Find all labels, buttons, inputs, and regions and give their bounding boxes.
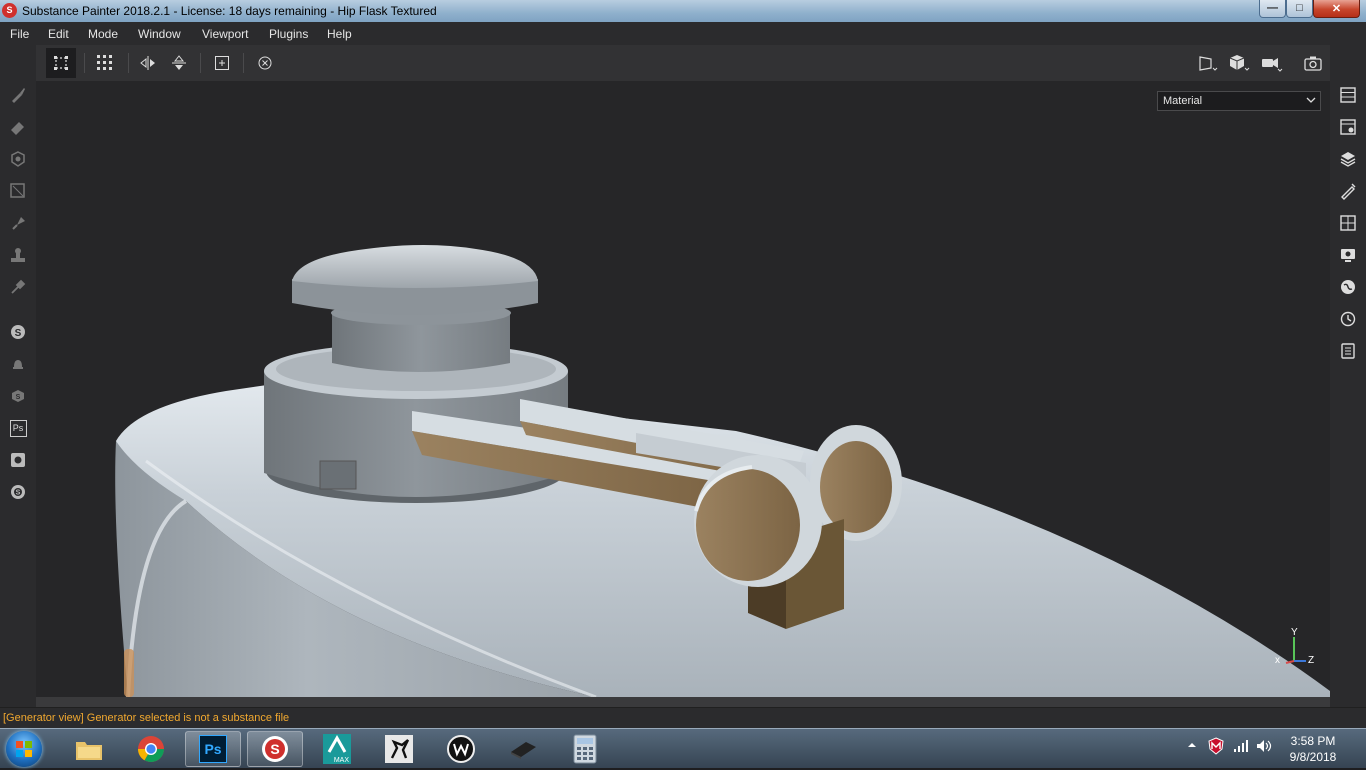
chevron-down-icon: [1306, 95, 1316, 108]
clock-time: 3:58 PM: [1290, 734, 1336, 748]
viewport-toolbar: [36, 45, 1330, 81]
right-toolbar: [1330, 45, 1366, 707]
mirror-y-icon[interactable]: [164, 48, 194, 78]
storage-icon[interactable]: [495, 731, 551, 767]
chrome-icon[interactable]: [123, 731, 179, 767]
axis-x-label: x: [1275, 655, 1280, 666]
fit-view-icon[interactable]: [207, 48, 237, 78]
display-mode-select[interactable]: Material: [1157, 91, 1321, 111]
substance-logo-icon[interactable]: S: [6, 480, 30, 504]
3d-viewport[interactable]: Y x Z Material: [36, 81, 1330, 697]
menu-viewport[interactable]: Viewport: [202, 27, 248, 41]
mirror-x-icon[interactable]: [133, 48, 163, 78]
menu-file[interactable]: File: [10, 27, 29, 41]
grid-multi-icon[interactable]: [90, 48, 120, 78]
viewer-settings-icon[interactable]: [1336, 243, 1360, 267]
menu-plugins[interactable]: Plugins: [269, 27, 308, 41]
hip-flask-model: Y x Z: [115, 245, 1330, 697]
start-button[interactable]: [6, 731, 42, 767]
texture-set-settings-icon[interactable]: [1336, 115, 1360, 139]
substance-source-icon[interactable]: S: [6, 384, 30, 408]
clock-date: 9/8/2018: [1289, 750, 1337, 764]
notification-icon[interactable]: [6, 352, 30, 376]
menu-edit[interactable]: Edit: [48, 27, 69, 41]
axis-y-label: Y: [1291, 627, 1298, 638]
neck-latch: [319, 460, 357, 490]
log-icon[interactable]: [1336, 339, 1360, 363]
history-icon[interactable]: [1336, 307, 1360, 331]
3ds-max-icon[interactable]: MAX: [309, 731, 365, 767]
svg-text:S: S: [16, 490, 21, 497]
cube-view-icon[interactable]: [1224, 48, 1254, 78]
menu-bar: File Edit Mode Window Viewport Plugins H…: [0, 22, 1366, 45]
layers-icon[interactable]: [1336, 83, 1360, 107]
svg-text:S: S: [270, 741, 279, 757]
menu-help[interactable]: Help: [327, 27, 352, 41]
environment-icon[interactable]: [1336, 275, 1360, 299]
display-settings-icon[interactable]: [1336, 211, 1360, 235]
close-button[interactable]: ✕: [1313, 0, 1360, 18]
polygon-fill-icon[interactable]: [6, 179, 30, 203]
substance-share-icon[interactable]: S: [6, 320, 30, 344]
axis-z-label: Z: [1308, 655, 1314, 666]
color-picker-icon[interactable]: [6, 275, 30, 299]
svg-text:S: S: [15, 328, 22, 339]
substance-logo-icon: S: [2, 3, 17, 18]
status-message: [Generator view] Generator selected is n…: [3, 712, 290, 724]
mcafee-shield-icon[interactable]: [1208, 737, 1224, 758]
viewport-scrollbar[interactable]: [36, 697, 1330, 707]
volume-icon[interactable]: [1256, 739, 1274, 756]
resource-icon[interactable]: [6, 448, 30, 472]
windows-taskbar: Ps S MAX 3:58 PM 9/8/2018: [0, 728, 1366, 768]
screenshot-icon[interactable]: [1298, 48, 1328, 78]
photoshop-taskbar-label: Ps: [199, 735, 227, 763]
title-bar: S Substance Painter 2018.2.1 - License: …: [0, 0, 1366, 22]
maximize-button[interactable]: □: [1286, 0, 1313, 18]
flask-cap: [292, 245, 538, 288]
reset-icon[interactable]: [250, 48, 280, 78]
photoshop-taskbar-icon[interactable]: Ps: [185, 731, 241, 767]
system-clock[interactable]: 3:58 PM 9/8/2018: [1283, 733, 1343, 765]
properties-icon[interactable]: [1336, 179, 1360, 203]
minimize-button[interactable]: —: [1259, 0, 1286, 18]
calculator-icon[interactable]: [557, 731, 613, 767]
eraser-icon[interactable]: [6, 115, 30, 139]
network-icon[interactable]: [1233, 739, 1249, 756]
window-title: Substance Painter 2018.2.1 - License: 18…: [22, 4, 437, 18]
svg-text:S: S: [16, 394, 21, 401]
projection-icon[interactable]: [6, 147, 30, 171]
menu-mode[interactable]: Mode: [88, 27, 118, 41]
photoshop-label: Ps: [9, 419, 27, 437]
left-toolbar: S S Ps S: [0, 45, 36, 707]
zbrush-icon[interactable]: [371, 731, 427, 767]
file-explorer-icon[interactable]: [61, 731, 117, 767]
paint-brush-icon[interactable]: [6, 83, 30, 107]
smudge-icon[interactable]: [6, 211, 30, 235]
photoshop-icon[interactable]: Ps: [6, 416, 30, 440]
display-mode-value: Material: [1163, 95, 1203, 107]
camera-icon[interactable]: [1257, 48, 1287, 78]
clone-stamp-icon[interactable]: [6, 243, 30, 267]
menu-window[interactable]: Window: [138, 27, 181, 41]
status-bar: [Generator view] Generator selected is n…: [0, 707, 1366, 728]
3ds-max-label: MAX: [333, 757, 349, 764]
wacom-icon[interactable]: [433, 731, 489, 767]
show-hidden-icons-icon[interactable]: [1187, 739, 1197, 753]
grid-single-icon[interactable]: [46, 48, 76, 78]
substance-painter-taskbar-icon[interactable]: S: [247, 731, 303, 767]
layer-stack-icon[interactable]: [1336, 147, 1360, 171]
view-mode-icon[interactable]: [1193, 48, 1223, 78]
